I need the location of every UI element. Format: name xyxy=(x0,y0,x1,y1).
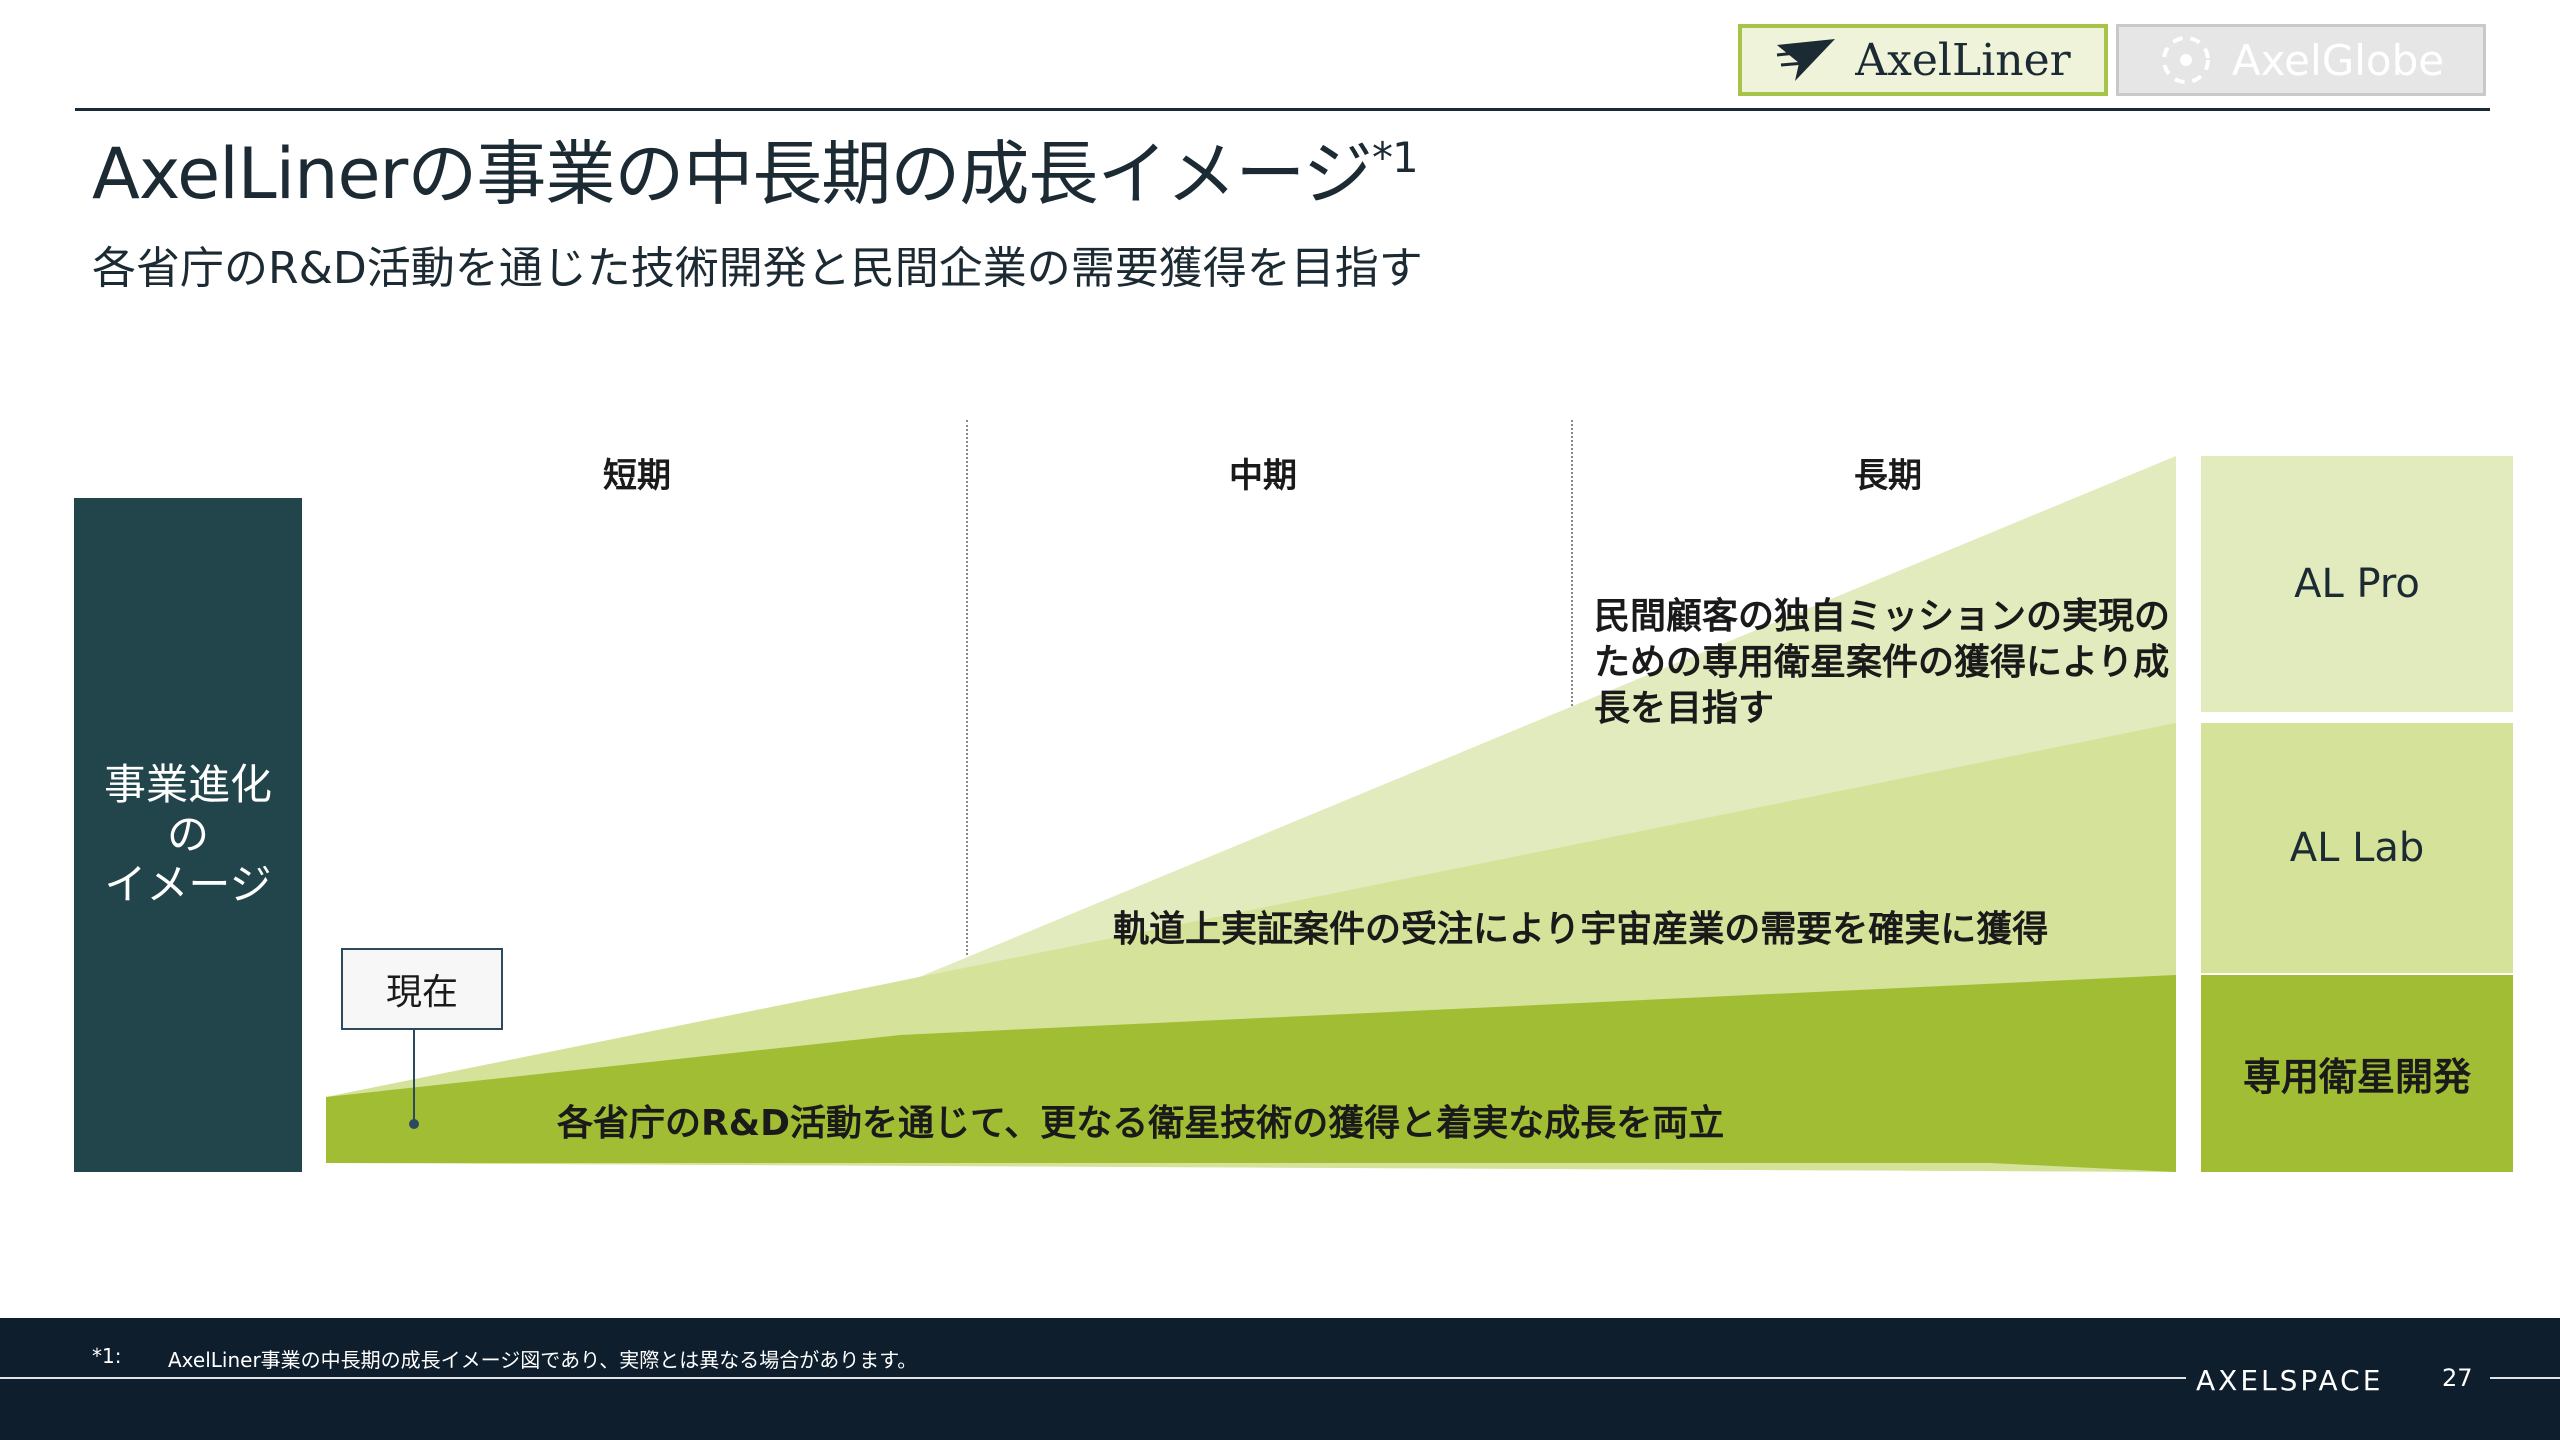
side-box-dedicated-label: 専用衛星開発 xyxy=(2242,1055,2471,1099)
side-box-dedicated: 専用衛星開発 xyxy=(2201,975,2513,1172)
now-marker-label: 現在 xyxy=(385,972,458,1013)
side-box-allab-label: AL Lab xyxy=(2289,825,2425,871)
footnote-text: AxelLiner事業の中長期の成長イメージ図であり、実際とは異なる場合がありま… xyxy=(168,1348,918,1372)
side-box-alpro: AL Pro xyxy=(2201,456,2513,712)
footer-bar xyxy=(0,1318,2560,1440)
now-marker: 現在 xyxy=(341,948,503,1030)
footnote-mark: *1: xyxy=(92,1344,122,1368)
page-number: 27 xyxy=(2442,1364,2473,1392)
band-allab-description: 軌道上実証案件の受注により宇宙産業の需要を確実に獲得 xyxy=(1113,909,2049,950)
footer-brand-logo: AXELSPACE xyxy=(2196,1364,2384,1397)
footer-rule-left xyxy=(0,1377,2186,1379)
now-pointer-dot xyxy=(409,1119,419,1129)
band-dedicated-description: 各省庁のR&D活動を通じて、更なる衛星技術の獲得と着実な成長を両立 xyxy=(557,1103,1725,1144)
band-alpro-description: 民間顧客の独自ミッションの実現の ための専用衛星案件の獲得により成 長を目指す xyxy=(1594,596,2171,729)
footer-rule-right xyxy=(2490,1377,2560,1379)
side-box-allab: AL Lab xyxy=(2201,723,2513,973)
side-box-alpro-label: AL Pro xyxy=(2294,561,2420,607)
